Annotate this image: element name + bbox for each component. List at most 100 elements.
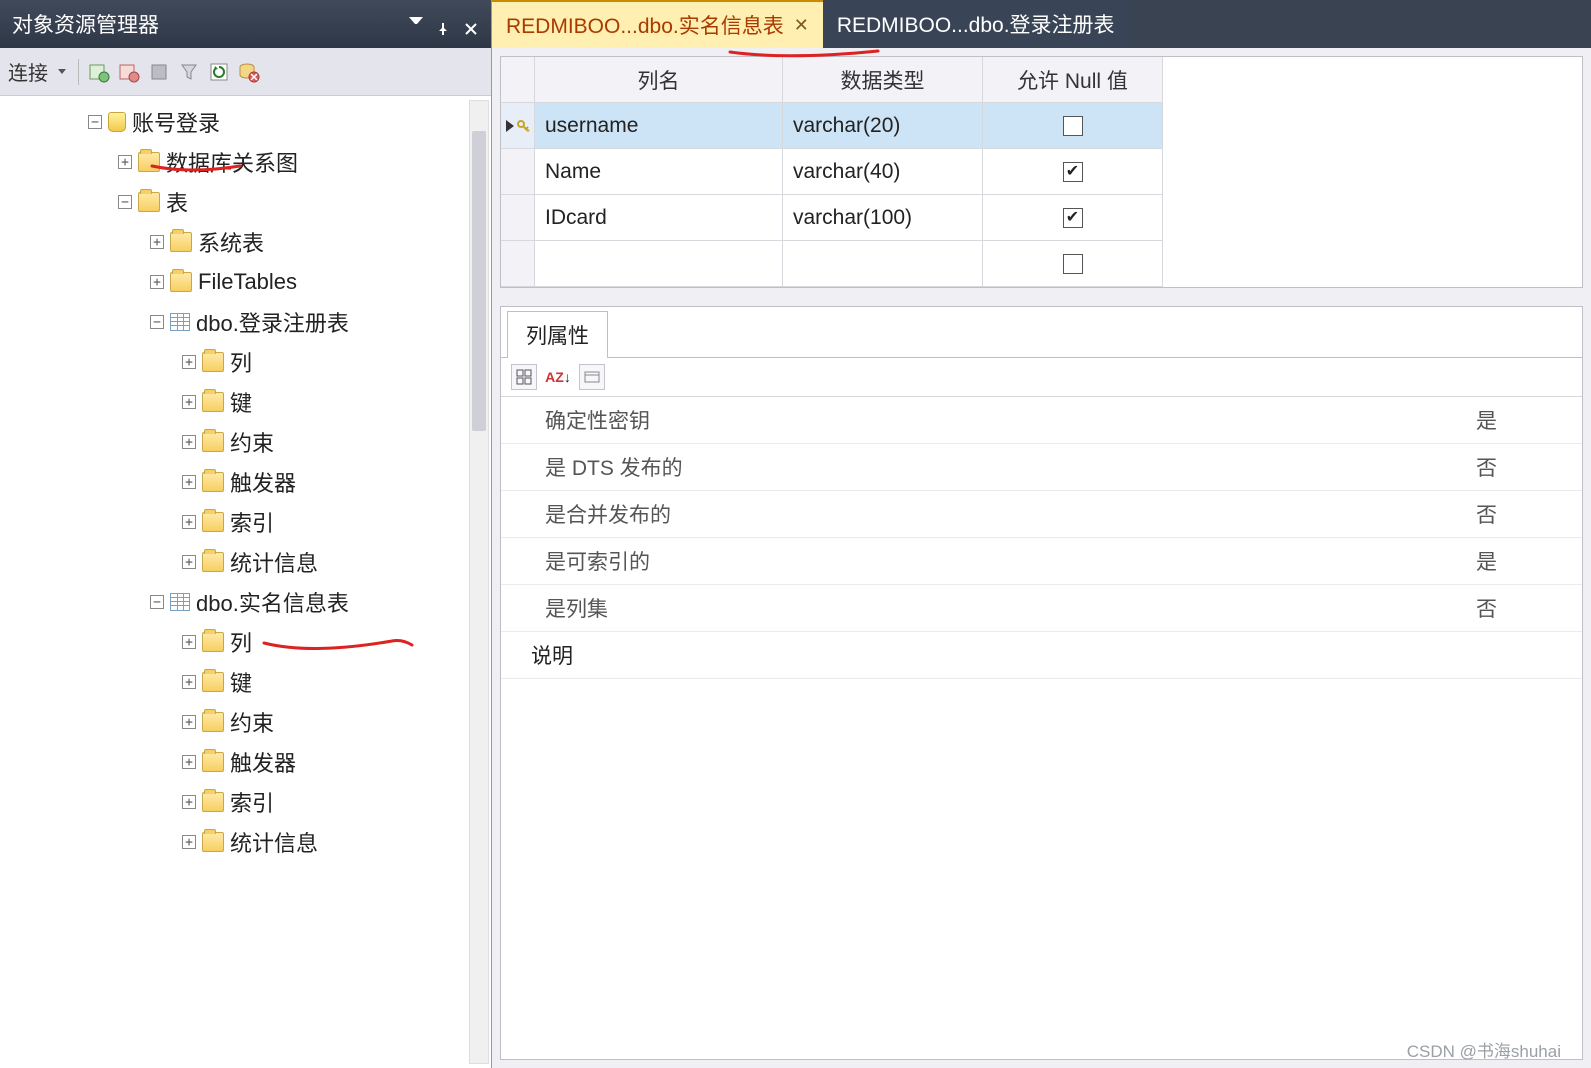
collapse-icon[interactable]: − <box>150 315 164 329</box>
cell-column-name[interactable] <box>535 241 783 287</box>
scrollbar[interactable] <box>469 100 489 1064</box>
column-properties-panel: 列属性 AZ↓ 确定性密钥是是 DTS 发布的否是合并发布的否是可索引的是是列集… <box>500 306 1583 1060</box>
connect-server-icon[interactable] <box>87 60 111 84</box>
tree-node-label: 索引 <box>230 786 274 818</box>
collapse-icon[interactable]: − <box>88 115 102 129</box>
tree-node[interactable]: +统计信息 <box>0 822 491 862</box>
row-selector[interactable] <box>501 149 535 195</box>
property-value[interactable]: 是 <box>1462 538 1582 584</box>
close-icon[interactable] <box>465 17 479 31</box>
property-row[interactable]: 是 DTS 发布的否 <box>501 444 1582 491</box>
cell-allow-null[interactable] <box>983 103 1163 149</box>
expand-icon[interactable]: + <box>182 755 196 769</box>
filter-icon[interactable] <box>177 60 201 84</box>
expand-icon[interactable]: + <box>182 715 196 729</box>
refresh-icon[interactable] <box>207 60 231 84</box>
folder-icon <box>202 752 224 772</box>
tree-node[interactable]: −dbo.实名信息表 <box>0 582 491 622</box>
property-value[interactable]: 是 <box>1462 397 1582 443</box>
expand-icon[interactable]: + <box>182 395 196 409</box>
collapse-icon[interactable]: − <box>150 595 164 609</box>
cell-data-type[interactable]: varchar(40) <box>783 149 983 195</box>
tree-node[interactable]: +列 <box>0 342 491 382</box>
expand-icon[interactable]: + <box>182 555 196 569</box>
row-selector[interactable] <box>501 195 535 241</box>
property-value[interactable]: 否 <box>1462 491 1582 537</box>
row-selector[interactable] <box>501 103 535 149</box>
cell-data-type[interactable] <box>783 241 983 287</box>
cell-column-name[interactable]: IDcard <box>535 195 783 241</box>
property-row[interactable]: 是合并发布的否 <box>501 491 1582 538</box>
pin-icon[interactable] <box>437 17 451 31</box>
table-row[interactable] <box>501 241 1582 287</box>
tree-node[interactable]: −dbo.登录注册表 <box>0 302 491 342</box>
connect-dropdown-icon[interactable] <box>58 69 66 74</box>
tree-node[interactable]: +索引 <box>0 502 491 542</box>
expand-icon[interactable]: + <box>182 515 196 529</box>
cell-data-type[interactable]: varchar(100) <box>783 195 983 241</box>
expand-icon[interactable]: + <box>150 275 164 289</box>
expand-icon[interactable]: + <box>182 355 196 369</box>
disconnect-server-icon[interactable] <box>117 60 141 84</box>
tree-view[interactable]: −账号登录+数据库关系图−表+系统表+FileTables−dbo.登录注册表+… <box>0 96 491 1068</box>
tree-node[interactable]: +统计信息 <box>0 542 491 582</box>
expand-icon[interactable]: + <box>150 235 164 249</box>
expand-icon[interactable]: + <box>182 675 196 689</box>
tree-node[interactable]: + 索引 <box>0 782 491 822</box>
panel-menu-icon[interactable] <box>409 17 423 31</box>
props-tab[interactable]: 列属性 <box>507 311 608 358</box>
checkbox[interactable] <box>1063 254 1083 274</box>
property-row[interactable]: 是列集否 <box>501 585 1582 632</box>
expand-icon[interactable]: + <box>182 795 196 809</box>
props-grid[interactable]: 确定性密钥是是 DTS 发布的否是合并发布的否是可索引的是是列集否说明 <box>501 397 1582 1059</box>
connect-label[interactable]: 连接 <box>8 57 48 86</box>
tree-node[interactable]: +数据库关系图 <box>0 142 491 182</box>
cell-allow-null[interactable] <box>983 241 1163 287</box>
close-icon[interactable]: ✕ <box>794 15 809 36</box>
tree-node[interactable]: +触发器 <box>0 742 491 782</box>
property-value[interactable]: 否 <box>1462 444 1582 490</box>
property-row[interactable]: 是可索引的是 <box>501 538 1582 585</box>
expand-icon[interactable]: + <box>182 635 196 649</box>
property-pages-icon[interactable] <box>579 364 605 390</box>
expand-icon[interactable]: + <box>182 475 196 489</box>
stop-icon[interactable] <box>147 60 171 84</box>
tree-node[interactable]: −账号登录 <box>0 102 491 142</box>
tree-node[interactable]: +键 <box>0 662 491 702</box>
tree-node[interactable]: +约束 <box>0 702 491 742</box>
table-row[interactable]: IDcardvarchar(100) <box>501 195 1582 241</box>
tree-node[interactable]: −表 <box>0 182 491 222</box>
cell-allow-null[interactable] <box>983 195 1163 241</box>
categorized-icon[interactable] <box>511 364 537 390</box>
tab-active[interactable]: REDMIBOO...dbo.实名信息表 ✕ <box>492 0 823 48</box>
tree-node[interactable]: +约束 <box>0 422 491 462</box>
table-row[interactable]: Namevarchar(40) <box>501 149 1582 195</box>
cell-data-type[interactable]: varchar(20) <box>783 103 983 149</box>
tree-node[interactable]: +FileTables <box>0 262 491 302</box>
checkbox[interactable] <box>1063 116 1083 136</box>
expand-icon[interactable]: + <box>182 435 196 449</box>
tree-node[interactable]: +列 <box>0 622 491 662</box>
alphabetical-icon[interactable]: AZ↓ <box>545 364 571 390</box>
checkbox[interactable] <box>1063 208 1083 228</box>
property-value[interactable]: 否 <box>1462 585 1582 631</box>
expand-icon[interactable]: + <box>182 835 196 849</box>
table-row[interactable]: usernamevarchar(20) <box>501 103 1582 149</box>
tree-node[interactable]: +系统表 <box>0 222 491 262</box>
property-row[interactable]: 确定性密钥是 <box>501 397 1582 444</box>
delete-db-icon[interactable] <box>237 60 261 84</box>
cell-column-name[interactable]: username <box>535 103 783 149</box>
checkbox[interactable] <box>1063 162 1083 182</box>
tree-node-label: 键 <box>230 386 252 418</box>
tab-inactive[interactable]: REDMIBOO...dbo.登录注册表 <box>823 0 1129 48</box>
row-selector[interactable] <box>501 241 535 287</box>
expand-icon[interactable]: + <box>118 155 132 169</box>
props-tab-strip: 列属性 <box>501 307 1582 358</box>
scrollbar-thumb[interactable] <box>472 131 486 431</box>
tree-node[interactable]: +键 <box>0 382 491 422</box>
collapse-icon[interactable]: − <box>118 195 132 209</box>
cell-allow-null[interactable] <box>983 149 1163 195</box>
panel-title: 对象资源管理器 <box>12 9 159 39</box>
tree-node[interactable]: +触发器 <box>0 462 491 502</box>
cell-column-name[interactable]: Name <box>535 149 783 195</box>
